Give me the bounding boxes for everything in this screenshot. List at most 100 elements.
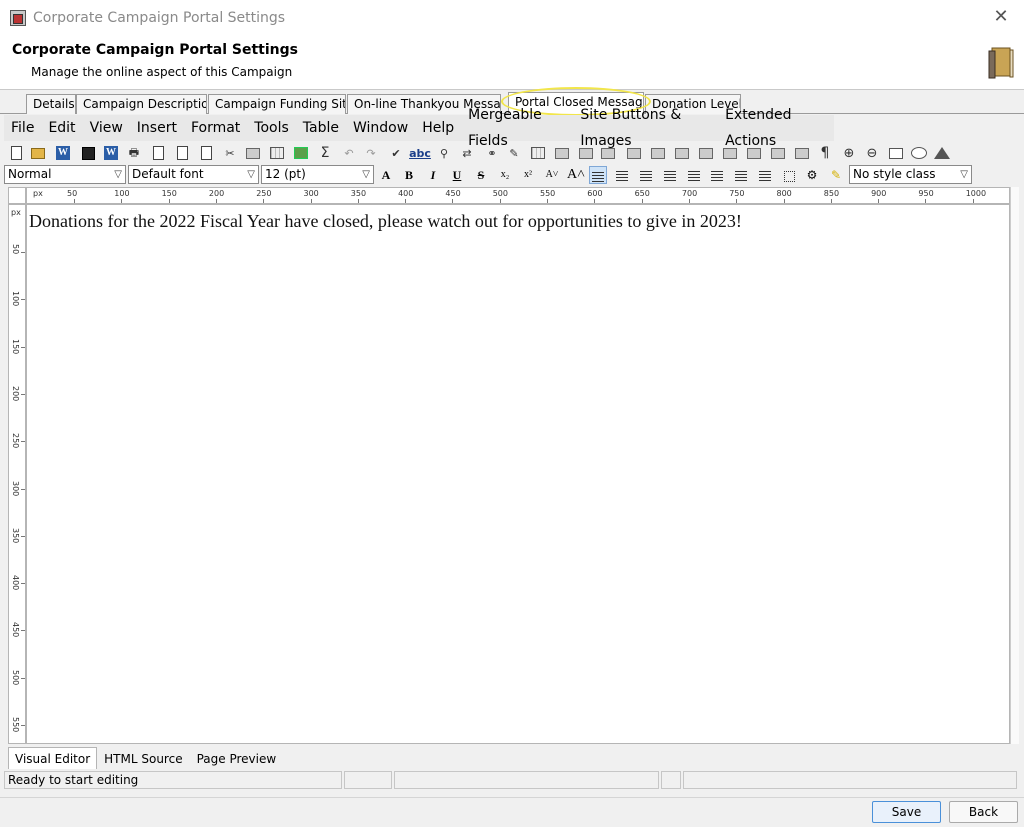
- tab-visual-editor[interactable]: Visual Editor: [8, 747, 98, 769]
- font-size-select[interactable]: 12 (pt) ▽: [261, 165, 374, 184]
- indent-icon[interactable]: [708, 166, 726, 184]
- font-smaller-icon[interactable]: A˅: [543, 166, 561, 184]
- ruler-label: 50: [67, 189, 78, 198]
- zoom-in-icon[interactable]: ⊕: [841, 145, 857, 161]
- dialog-header: Corporate Campaign Portal Settings Manag…: [0, 36, 1024, 90]
- menu-tools[interactable]: Tools: [247, 115, 296, 141]
- superscript-button[interactable]: x²: [519, 166, 537, 184]
- word-import-icon[interactable]: W: [55, 145, 71, 161]
- ruler-unit-vertical: px: [11, 208, 21, 217]
- table-col-icon[interactable]: [578, 145, 594, 161]
- style-class-select[interactable]: No style class ▽: [849, 165, 972, 184]
- close-icon[interactable]: ✕: [992, 8, 1010, 26]
- menu-edit[interactable]: Edit: [41, 115, 82, 141]
- borders-icon[interactable]: [780, 166, 798, 184]
- ruler-label: 550: [11, 717, 20, 733]
- open-folder-icon[interactable]: [30, 145, 46, 161]
- underline-button[interactable]: U: [448, 166, 466, 184]
- tab-campaign-funding-site[interactable]: Campaign Funding Site: [208, 94, 346, 114]
- link-icon[interactable]: ⚭: [484, 145, 500, 161]
- table-merge-icon[interactable]: [626, 145, 642, 161]
- spell-abc-icon[interactable]: abc: [408, 145, 432, 161]
- print-icon[interactable]: 🖶: [126, 145, 142, 161]
- document-text[interactable]: Donations for the 2022 Fiscal Year have …: [29, 211, 742, 232]
- chevron-down-icon: ▽: [247, 169, 255, 180]
- polygon-icon[interactable]: [934, 145, 950, 161]
- bullet-list-icon[interactable]: [756, 166, 774, 184]
- new-document-icon[interactable]: [8, 145, 24, 161]
- window-title: Corporate Campaign Portal Settings: [33, 10, 286, 26]
- table-row-icon[interactable]: [554, 145, 570, 161]
- italic-button[interactable]: I: [424, 166, 442, 184]
- ruler-tick: [452, 199, 454, 203]
- highlighter-icon[interactable]: ✎: [827, 166, 845, 184]
- redo-icon[interactable]: ↷: [363, 145, 379, 161]
- print-preview-icon[interactable]: [174, 145, 190, 161]
- save-button[interactable]: Save: [872, 801, 941, 823]
- save-icon[interactable]: [80, 145, 96, 161]
- html-editor: File Edit View Insert Format Tools Table…: [4, 107, 1019, 795]
- text-color-button[interactable]: A: [377, 166, 395, 184]
- subscript-button[interactable]: x₂: [496, 166, 514, 184]
- align-center-icon[interactable]: [613, 166, 631, 184]
- table-props-icon[interactable]: [746, 145, 762, 161]
- tab-campaign-description[interactable]: Campaign Description: [76, 94, 207, 114]
- undo-icon[interactable]: ↶: [341, 145, 357, 161]
- word-export-icon[interactable]: W: [103, 145, 119, 161]
- table-delete-col-icon[interactable]: [722, 145, 738, 161]
- ruler-label: 500: [11, 669, 20, 685]
- insert-image-icon[interactable]: [293, 145, 309, 161]
- table-insert-row-icon[interactable]: [650, 145, 666, 161]
- tab-details[interactable]: Details: [26, 94, 76, 114]
- align-left-icon[interactable]: [589, 166, 607, 184]
- spellcheck-icon[interactable]: ✔: [388, 145, 404, 161]
- table-split-icon[interactable]: [600, 145, 616, 161]
- menu-window[interactable]: Window: [346, 115, 415, 141]
- page-icon[interactable]: [150, 145, 166, 161]
- align-justify-icon[interactable]: [661, 166, 679, 184]
- find-icon[interactable]: ⚲: [436, 145, 452, 161]
- table-icon[interactable]: [530, 145, 546, 161]
- outdent-icon[interactable]: [685, 166, 703, 184]
- align-right-icon[interactable]: [637, 166, 655, 184]
- style-class-value: No style class: [853, 167, 936, 181]
- back-button[interactable]: Back: [949, 801, 1018, 823]
- font-select[interactable]: Default font ▽: [128, 165, 259, 184]
- copy-icon[interactable]: [198, 145, 214, 161]
- clean-icon[interactable]: ✎: [506, 145, 522, 161]
- insert-table-icon[interactable]: [269, 145, 285, 161]
- cut-icon[interactable]: ✂: [222, 145, 238, 161]
- vertical-scrollbar[interactable]: [1010, 187, 1019, 744]
- ellipse-icon[interactable]: [911, 145, 927, 161]
- background-color-icon[interactable]: ⚙: [803, 166, 821, 184]
- bold-button[interactable]: B: [400, 166, 418, 184]
- menu-format[interactable]: Format: [184, 115, 247, 141]
- paragraph-marks-icon[interactable]: ¶: [817, 145, 833, 161]
- sum-icon[interactable]: Σ: [317, 145, 333, 161]
- ruler-label: 100: [11, 291, 20, 307]
- ruler-tick: [783, 199, 785, 203]
- rectangle-icon[interactable]: [888, 145, 904, 161]
- table-insert-col-icon[interactable]: [698, 145, 714, 161]
- menu-help[interactable]: Help: [415, 115, 461, 141]
- ruler-label: 50: [11, 244, 20, 255]
- font-larger-icon[interactable]: A˄: [567, 166, 585, 184]
- ruler-tick: [310, 199, 312, 203]
- table-delete-row-icon[interactable]: [674, 145, 690, 161]
- cell-props-icon[interactable]: [770, 145, 786, 161]
- menu-view[interactable]: View: [83, 115, 130, 141]
- numbered-list-icon[interactable]: [732, 166, 750, 184]
- menu-table[interactable]: Table: [296, 115, 346, 141]
- zoom-out-icon[interactable]: ⊖: [864, 145, 880, 161]
- menu-insert[interactable]: Insert: [130, 115, 184, 141]
- strikethrough-button[interactable]: S: [472, 166, 490, 184]
- document-canvas[interactable]: Donations for the 2022 Fiscal Year have …: [26, 204, 1010, 744]
- ruler-tick: [21, 583, 25, 585]
- paragraph-style-select[interactable]: Normal ▽: [4, 165, 126, 184]
- menu-file[interactable]: File: [4, 115, 41, 141]
- image-props-icon[interactable]: [794, 145, 810, 161]
- tab-page-preview[interactable]: Page Preview: [190, 747, 284, 769]
- replace-icon[interactable]: ⇄: [459, 145, 475, 161]
- paste-icon[interactable]: [245, 145, 261, 161]
- tab-html-source[interactable]: HTML Source: [97, 747, 189, 769]
